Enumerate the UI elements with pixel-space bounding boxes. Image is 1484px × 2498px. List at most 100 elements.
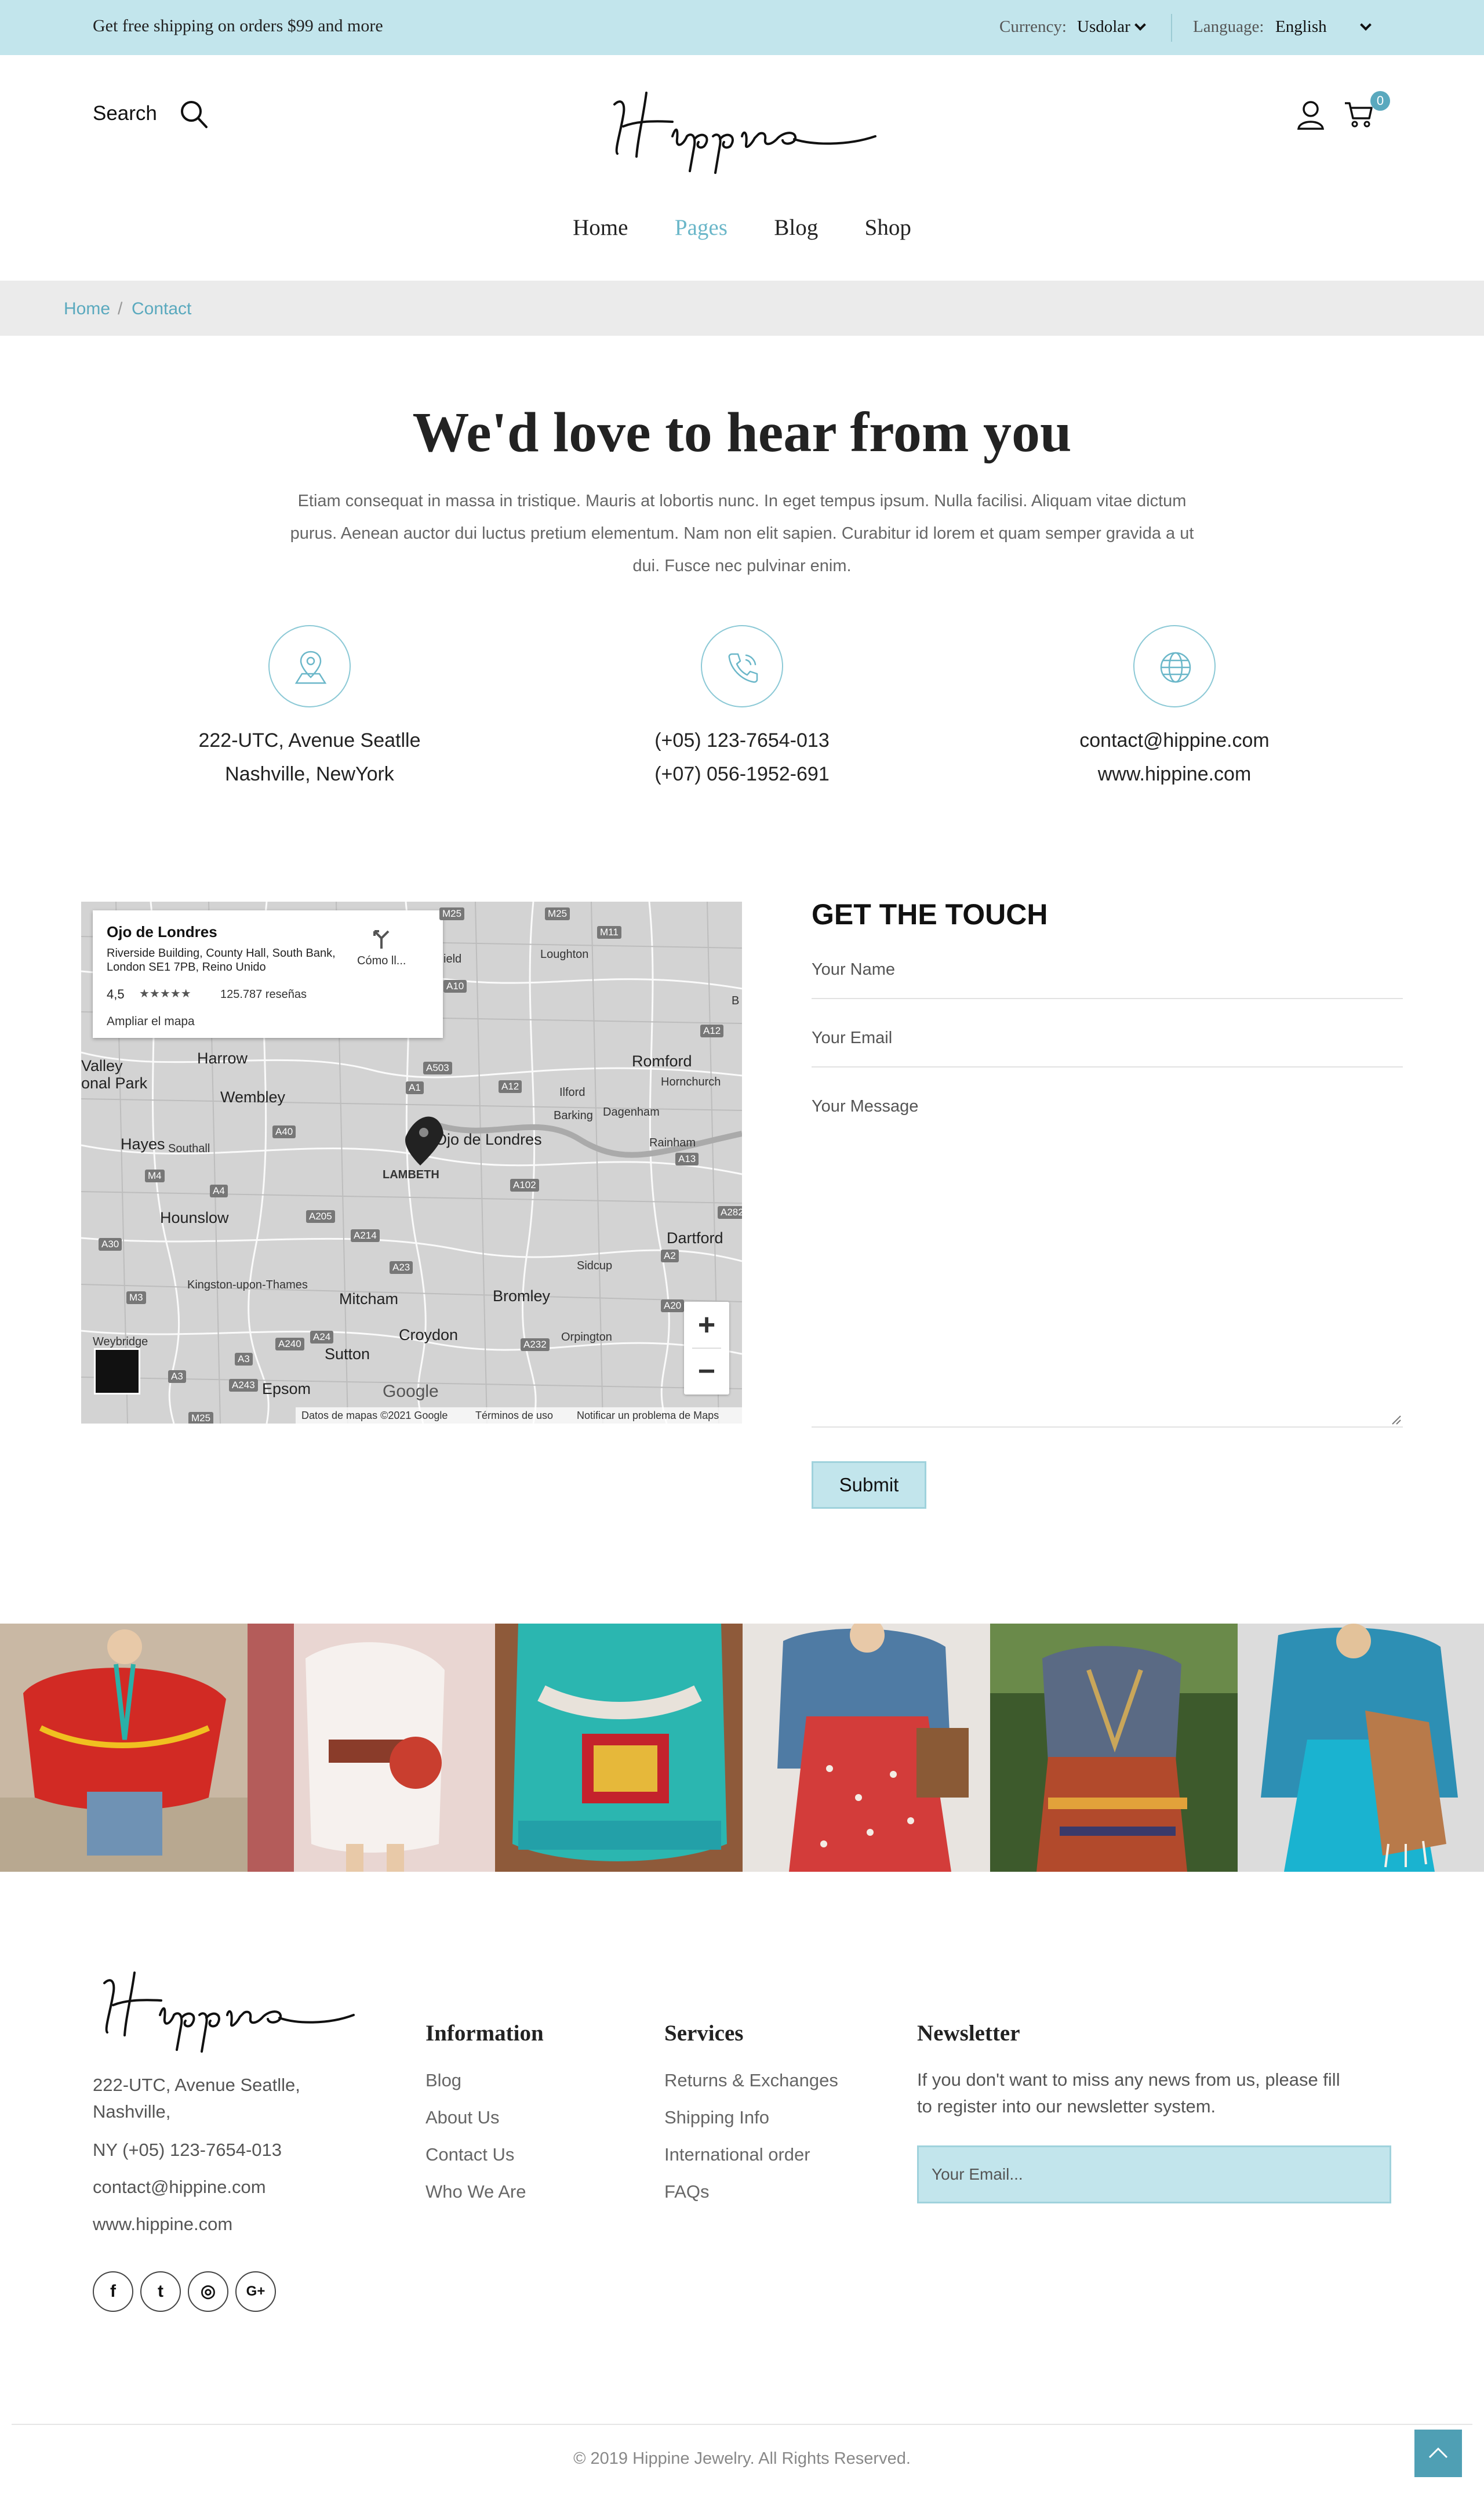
footer-email[interactable]: contact@hippine.com (93, 2177, 266, 2198)
nav-item-blog[interactable]: Blog (774, 215, 818, 241)
road-marker: A4 (210, 1185, 228, 1197)
road-marker: M25 (439, 907, 465, 920)
road-marker: A13 (675, 1153, 699, 1166)
gallery-image[interactable] (1238, 1624, 1484, 1872)
name-field[interactable]: Your Name (812, 960, 895, 979)
zoom-in-button[interactable]: + (684, 1302, 729, 1348)
road-marker: A30 (99, 1238, 122, 1251)
road-marker: M3 (126, 1291, 146, 1304)
footer-divider (12, 2424, 1472, 2425)
resize-handle-icon[interactable] (1391, 1415, 1402, 1425)
message-field[interactable]: Your Message (812, 1097, 918, 1116)
search-label: Search (93, 102, 157, 125)
google-plus-icon[interactable]: G+ (235, 2271, 276, 2312)
directions-icon[interactable] (370, 927, 393, 950)
contact-address-line1: 222-UTC, Avenue Seatlle (198, 729, 421, 751)
language-select[interactable]: English (1275, 17, 1372, 37)
currency-label: Currency: (999, 17, 1067, 36)
cart-icon[interactable] (1344, 100, 1374, 129)
road-marker: A240 (275, 1338, 304, 1350)
footer-link-who-we-are[interactable]: Who We Are (425, 2181, 526, 2202)
map-place-label: Valley (81, 1057, 123, 1074)
map-report-link[interactable]: Notificar un problema de Maps (577, 1410, 719, 1422)
map-place-label: Romford (632, 1052, 692, 1070)
place-reviews[interactable]: 125.787 reseñas (220, 988, 307, 1001)
map-place-label: Kingston-upon-Thames (187, 1279, 308, 1291)
directions-label[interactable]: Cómo ll... (357, 954, 406, 968)
contact-website[interactable]: www.hippine.com (972, 763, 1377, 786)
copyright-text: © 2019 Hippine Jewelry. All Rights Reser… (573, 2449, 911, 2468)
instagram-icon[interactable]: ◎ (188, 2271, 228, 2312)
breadcrumb-home-link[interactable]: Home (64, 299, 110, 319)
road-marker: A205 (306, 1210, 335, 1223)
newsletter-email-input[interactable]: Your Email... (917, 2145, 1391, 2203)
nav-item-home[interactable]: Home (573, 215, 628, 241)
site-logo[interactable] (603, 81, 881, 174)
currency-value: Usdolar (1077, 17, 1130, 36)
map-terms-link[interactable]: Términos de uso (475, 1410, 553, 1422)
footer-website[interactable]: www.hippine.com (93, 2214, 232, 2235)
google-logo: Google (383, 1382, 439, 1401)
email-field-underline (812, 1066, 1403, 1068)
email-field[interactable]: Your Email (812, 1029, 892, 1048)
google-map[interactable]: Ojo de Londres Riverside Building, Count… (81, 902, 742, 1424)
footer-link-about-us[interactable]: About Us (425, 2107, 500, 2128)
newsletter-description: If you don't want to miss any news from … (917, 2069, 1340, 2116)
map-place-label: Ilford (559, 1086, 585, 1099)
back-to-top-button[interactable] (1414, 2430, 1462, 2477)
footer-services-heading: Services (664, 2021, 744, 2046)
gallery-image[interactable] (743, 1624, 990, 1872)
road-marker: A1 (406, 1081, 424, 1094)
road-marker: A10 (443, 980, 467, 993)
twitter-icon[interactable]: t (140, 2271, 181, 2312)
facebook-icon[interactable]: f (93, 2271, 133, 2312)
contact-address-line2: Nashville, NewYork (225, 763, 394, 785)
map-place-label: Hayes (121, 1135, 165, 1153)
footer-link-shipping-info[interactable]: Shipping Info (664, 2107, 769, 2128)
map-footer: Datos de mapas ©2021 Google Términos de … (81, 1407, 742, 1424)
road-marker: A214 (351, 1229, 380, 1242)
currency-select[interactable]: Usdolar (1077, 17, 1146, 37)
map-data-credit: Datos de mapas ©2021 Google (301, 1410, 448, 1421)
footer-logo[interactable] (93, 1966, 359, 2053)
account-icon[interactable] (1296, 99, 1325, 131)
footer-link-international-order[interactable]: International order (664, 2144, 810, 2165)
satellite-view-toggle[interactable] (94, 1348, 140, 1395)
contact-email[interactable]: contact@hippine.com (972, 729, 1377, 752)
footer-link-returns[interactable]: Returns & Exchanges (664, 2070, 838, 2091)
map-place-label: Weybridge (93, 1335, 148, 1348)
gallery-image[interactable] (495, 1624, 743, 1872)
footer-link-faqs[interactable]: FAQs (664, 2181, 710, 2202)
language-value: English (1275, 17, 1327, 36)
search-button[interactable]: Search (93, 99, 214, 133)
breadcrumb-separator: / (118, 299, 123, 318)
road-marker: A503 (423, 1062, 452, 1074)
nav-item-pages[interactable]: Pages (675, 215, 728, 241)
zoom-out-button[interactable]: − (684, 1348, 729, 1395)
free-shipping-text: Get free shipping on orders $99 and more (93, 16, 383, 35)
map-zoom-control: + − (684, 1302, 729, 1395)
search-icon (181, 101, 208, 128)
contact-form-title: GET THE TOUCH (812, 898, 1048, 931)
map-place-label: Epsom (262, 1380, 311, 1397)
phone-circle (701, 625, 783, 707)
road-marker: A243 (229, 1379, 258, 1392)
chevron-down-icon (1359, 19, 1372, 31)
nav-item-shop[interactable]: Shop (865, 215, 911, 241)
map-place-label: B (732, 994, 740, 1007)
road-marker: M25 (545, 907, 570, 920)
contact-phone-line1: (+05) 123-7654-013 (654, 729, 830, 751)
road-marker: A23 (390, 1261, 413, 1274)
gallery-image[interactable] (248, 1624, 495, 1872)
map-place-label: Rainham (649, 1137, 696, 1149)
submit-button[interactable]: Submit (812, 1461, 926, 1509)
gallery-image[interactable] (0, 1624, 248, 1872)
footer-link-contact-us[interactable]: Contact Us (425, 2144, 514, 2165)
map-place-label: Orpington (561, 1331, 612, 1344)
place-name: Ojo de Londres (107, 923, 217, 941)
footer-link-blog[interactable]: Blog (425, 2070, 461, 2091)
enlarge-map-link[interactable]: Ampliar el mapa (107, 1015, 195, 1029)
road-marker: A24 (310, 1331, 334, 1344)
language-label: Language: (1193, 17, 1264, 36)
gallery-image[interactable] (990, 1624, 1238, 1872)
